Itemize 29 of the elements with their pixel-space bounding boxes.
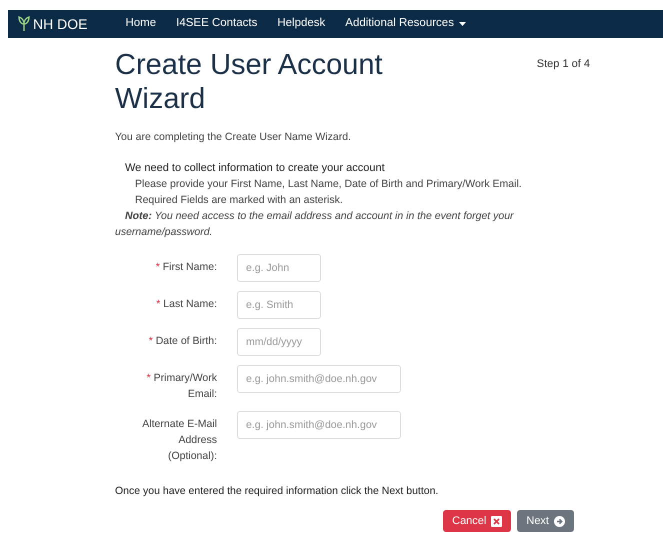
field-label: * Primary/Work Email: [146, 371, 217, 402]
note-text: Note: You need access to the email address and account in in the event forget your username/password. [115, 209, 515, 240]
cancel-button[interactable]: Cancel [443, 510, 512, 532]
nav-dropdown[interactable]: Additional Resources [345, 15, 466, 33]
section-heading: We need to collect information to create your account [125, 160, 386, 176]
next-button[interactable]: Next [517, 510, 574, 532]
input-field[interactable]: e.g. John [237, 254, 321, 282]
sprout-icon [18, 16, 30, 32]
input-field[interactable]: e.g. Smith [237, 291, 321, 320]
step-indicator: Step 1 of 4 [536, 57, 590, 72]
page-title: Create User Account Wizard [115, 48, 384, 116]
intro-text: You are completing the Create User Name Wizard. [115, 130, 352, 145]
instruction-text: Required Fields are marked with an asterisk. [135, 193, 344, 208]
input-field[interactable]: mm/dd/yyyy [237, 328, 321, 356]
input-field[interactable]: e.g. john.smith@doe.nh.gov [237, 365, 401, 394]
nav-link[interactable]: I4SEE Contacts [176, 15, 258, 33]
instruction-text: Once you have entered the required information click the Next button. [115, 484, 440, 500]
brand-link[interactable]: NH DOE [18, 14, 88, 34]
field-label: Alternate E-Mail Address (Optional): [141, 417, 217, 464]
field-label: * First Name: [154, 260, 217, 276]
close-icon [491, 516, 502, 526]
instruction-text: Please provide your First Name, Last Name, Date of Birth and Primary/Work Email. [135, 177, 523, 192]
nav-link[interactable]: Home [125, 15, 156, 33]
brand-name: NH DOE [33, 14, 88, 34]
input-field[interactable]: e.g. john.smith@doe.nh.gov [237, 411, 401, 440]
nav-link[interactable]: Helpdesk [277, 15, 326, 33]
field-label: * Last Name: [155, 297, 217, 312]
field-label: * Date of Birth: [148, 334, 217, 350]
arrow-right-icon [554, 516, 565, 526]
